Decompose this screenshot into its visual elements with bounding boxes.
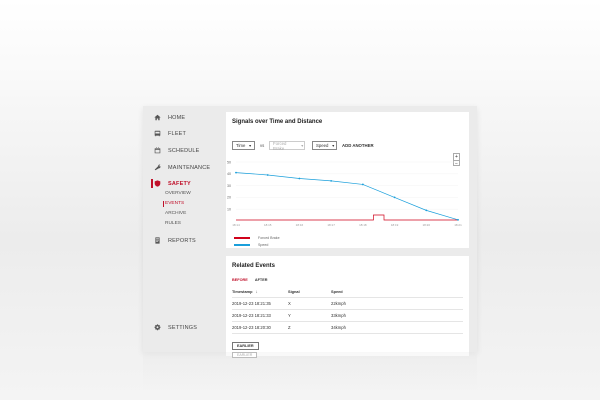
sidebar-item-label: REPORTS [168,237,196,244]
app-window: HOME FLEET SCHEDULE MAINTENANCE SAFETY O… [143,106,477,352]
x-tick-label: 18:18 [359,223,367,227]
signals-card: Signals over Time and Distance Time ▼ vs… [226,112,469,248]
gear-icon [153,323,162,332]
data-point-speed [298,177,301,180]
reflection: EARLIER [143,352,477,400]
legend-swatch [234,237,250,239]
y-tick-label: 20 [227,196,231,200]
tab-before[interactable]: BEFORE [232,278,248,282]
sidebar-item-label: MAINTENANCE [168,164,211,171]
signal-select-speed[interactable]: Speed ▼ [312,141,337,150]
home-icon [153,113,162,122]
cell-speed: 33kmph [331,313,346,318]
related-events-title: Related Events [232,263,276,269]
legend-swatch [234,244,250,246]
subitem-active-indicator [163,201,164,207]
cell-signal: Y [288,313,291,318]
legend-label: Forced Brake [258,236,280,240]
sidebar-item-home[interactable]: HOME [153,113,185,122]
legend-speed: Speed [234,243,268,247]
legend-label: Speed [258,243,269,247]
x-tick-label: 18:20 [423,223,431,227]
data-point-speed [393,196,396,199]
x-tick-label: 18:14 [232,223,240,227]
sidebar-item-safety[interactable]: SAFETY [153,179,191,188]
sidebar-item-label: SETTINGS [168,324,198,331]
sidebar-item-label: SCHEDULE [168,147,200,154]
legend-forced-brake: Forced Brake [234,236,280,240]
sidebar-item-label: HOME [168,114,186,121]
series-line-forced-brake [236,214,458,221]
x-tick-label: 18:17 [327,223,335,227]
x-tick-label: 18:15 [264,223,272,227]
sidebar: HOME FLEET SCHEDULE MAINTENANCE SAFETY O… [143,106,226,352]
caret-down-icon: ▼ [331,143,335,148]
sidebar-item-schedule[interactable]: SCHEDULE [153,146,200,155]
data-point-speed [266,174,269,176]
earlier-button[interactable]: EARLIER [232,342,259,350]
cell-signal: Z [288,325,291,330]
bus-icon [153,129,162,138]
events-table: Timestamp ↓ Signal Speed 2019-12-23 18:21… [232,286,463,334]
table-row[interactable]: 2019-12-23 18:20:30 Z 34kmph [232,322,463,334]
cell-signal: X [288,301,291,306]
x-axis-select[interactable]: Time ▼ [232,141,255,150]
sidebar-item-label: SAFETY [168,180,191,187]
data-point-speed [425,209,428,212]
data-point-speed [235,171,237,174]
sidebar-subitem-events[interactable]: EVENTS [165,201,184,206]
signal-select-value: Speed [316,143,329,148]
sidebar-item-label: FLEET [168,130,187,137]
sidebar-subitem-rules[interactable]: RULES [165,221,181,226]
signal-select-forced-brake[interactable]: Forced Brake ▼ [269,140,305,151]
signals-title: Signals over Time and Distance [232,119,323,125]
column-header-timestamp[interactable]: Timestamp ↓ [232,289,288,294]
calendar-icon [153,146,162,155]
series-line-speed [235,172,459,221]
table-row[interactable]: 2019-12-23 18:21:33 Y 33kmph [232,310,463,322]
reflection-earlier-button: EARLIER [232,352,258,358]
sidebar-item-maintenance[interactable]: MAINTENANCE [153,163,210,172]
column-header-speed: Speed [331,289,343,294]
data-point-speed [361,183,364,186]
y-tick-label: 10 [227,208,231,212]
signals-chart: 10 20 30 40 50 18:14 18:15 18:16 18:17 18:18 18:19… [227,160,462,227]
x-tick-label: 18:19 [391,223,399,227]
add-another-button[interactable]: ADD ANOTHER [342,143,374,148]
cell-speed: 34kmph [331,325,346,330]
related-events-card: Related Events BEFORE AFTER Timestamp ↓ S… [226,256,469,352]
x-axis-select-value: Time [236,143,246,148]
sidebar-subitem-overview[interactable]: OVERVIEW [165,191,191,196]
reflection-card [226,352,469,356]
sidebar-item-settings[interactable]: SETTINGS [153,323,197,332]
report-icon [153,236,162,245]
data-point-speed [330,179,333,182]
y-tick-label: 40 [227,172,231,176]
caret-down-icon: ▼ [248,143,252,148]
signal-select-value: Forced Brake [273,140,287,151]
sidebar-item-fleet[interactable]: FLEET [153,129,186,138]
x-tick-label: 18:16 [296,223,304,227]
column-header-label: Timestamp [232,289,253,294]
shield-icon [153,179,162,188]
events-tabs: BEFORE AFTER [232,278,274,282]
tab-after[interactable]: AFTER [255,278,268,282]
cell-speed: 22kmph [331,301,346,306]
data-point-speed [457,218,459,221]
table-header: Timestamp ↓ Signal Speed [232,286,463,298]
wrench-icon [153,163,162,172]
sidebar-subitem-archive[interactable]: ARCHIVE [165,211,186,216]
vs-label: vs [260,143,265,148]
cell-timestamp: 2019-12-23 18:20:30 [232,325,271,330]
caret-down-icon: ▼ [300,143,304,148]
cell-timestamp: 2019-12-23 18:21:33 [232,313,271,318]
x-tick-label: 18:21 [454,223,462,227]
y-tick-label: 50 [227,160,231,164]
table-row[interactable]: 2019-12-23 18:21:35 X 22kmph [232,298,463,310]
sidebar-item-reports[interactable]: REPORTS [153,236,196,245]
sort-arrow-down-icon[interactable]: ↓ [255,289,257,294]
y-tick-label: 30 [227,184,231,188]
column-header-signal: Signal [288,289,300,294]
cell-timestamp: 2019-12-23 18:21:35 [232,301,271,306]
